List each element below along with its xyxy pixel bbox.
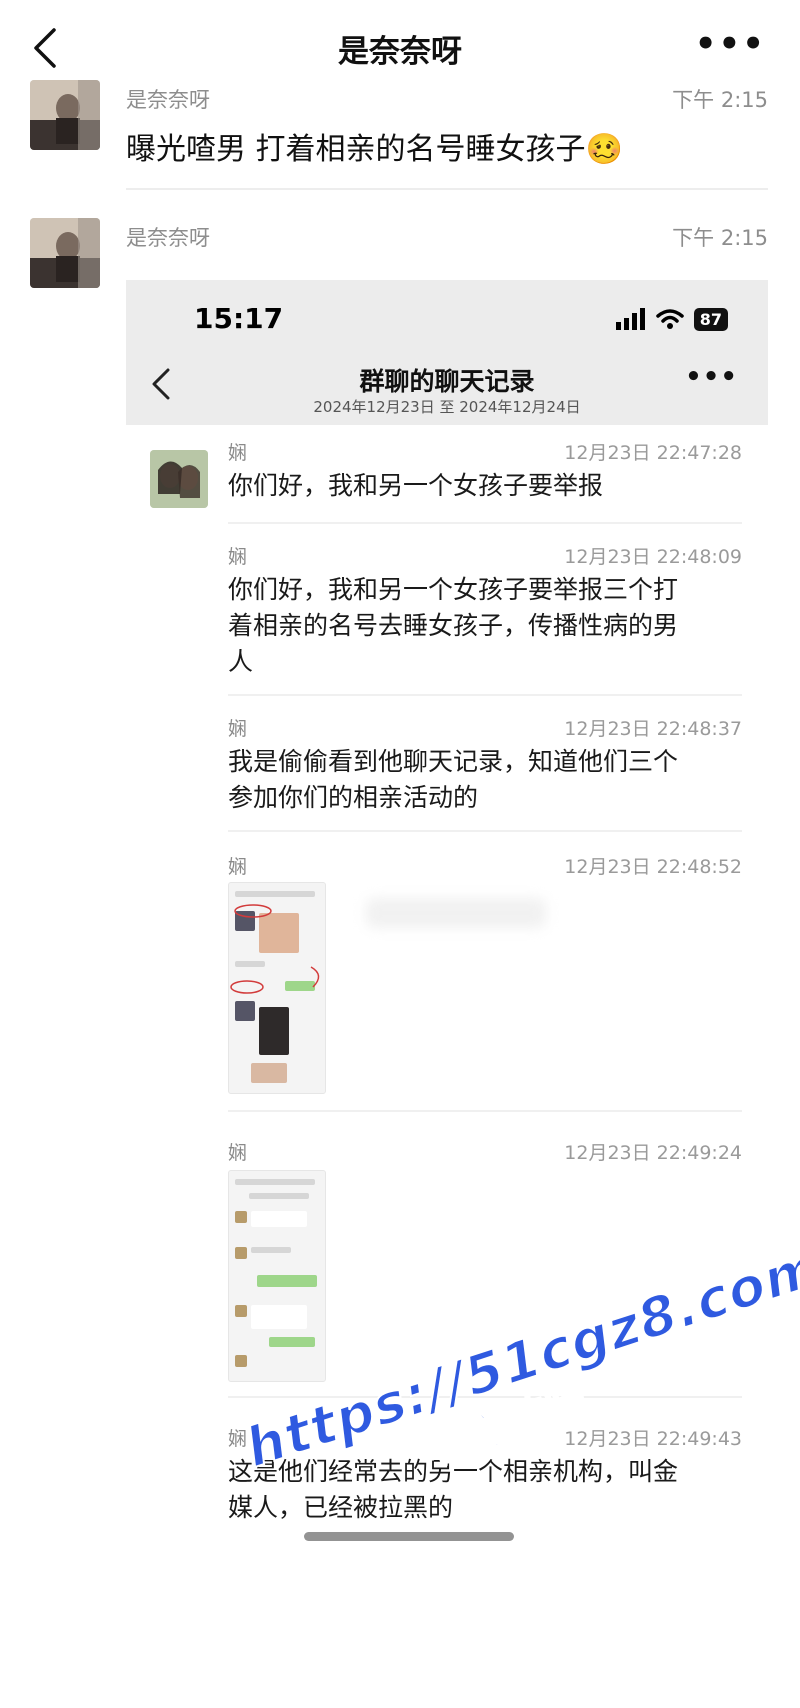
sender-name: 是奈奈呀 — [126, 226, 210, 250]
image-thumbnail[interactable] — [228, 1170, 326, 1382]
sender-name: 娴 — [228, 1428, 248, 1450]
sender-name: 娴 — [228, 856, 248, 878]
avatar[interactable] — [30, 80, 100, 150]
more-options-icon[interactable]: ••• — [695, 24, 766, 64]
sender-name: 是奈奈呀 — [126, 88, 210, 112]
sender-name: 娴 — [228, 718, 248, 740]
message-text: 你们好，我和另一个女孩子要举报 — [228, 471, 604, 500]
message-time: 下午 2:15 — [672, 226, 768, 250]
divider — [126, 188, 768, 190]
divider — [228, 522, 742, 524]
sender-name: 娴 — [228, 1142, 248, 1164]
divider — [228, 694, 742, 696]
message-time: 12月23日 22:49:24 — [564, 1142, 742, 1164]
message-text: 我是偷偷看到他聊天记录，知道他们三个 参加你们的相亲活动的 — [228, 747, 679, 812]
message-text: 你们好，我和另一个女孩子要举报三个打 着相亲的名号去睡女孩子，传播性病的男 人 — [228, 575, 679, 676]
divider — [228, 1396, 742, 1398]
screenshot-image[interactable]: 15:17 87 群聊的聊天记录 2024年12月23日 至 2024年12月2… — [126, 280, 768, 1708]
battery-icon: 87 — [693, 307, 728, 331]
message-time: 下午 2:15 — [672, 88, 768, 112]
message-item: 是奈奈呀 下午 2:15 — [0, 218, 800, 288]
avatar[interactable] — [30, 218, 100, 288]
message-text: 这是他们经常去的另一个相亲机构，叫金 媒人，已经被拉黑的 — [228, 1457, 679, 1522]
blurred-area — [366, 898, 546, 928]
chat-history-date-range: 2024年12月23日 至 2024年12月24日 — [313, 398, 581, 416]
more-options-icon: ••• — [685, 362, 738, 392]
message-time: 12月23日 22:49:43 — [564, 1428, 742, 1450]
avatar — [150, 450, 208, 508]
message-time: 12月23日 22:48:52 — [564, 856, 742, 878]
message-item: 是奈奈呀 下午 2:15 曝光喳男 打着相亲的名号睡女孩子🥴 — [0, 80, 800, 190]
status-icons: 87 — [615, 304, 728, 334]
status-time: 15:17 — [194, 302, 284, 335]
message-time: 12月23日 22:47:28 — [564, 442, 742, 464]
chat-history-title: 群聊的聊天记录 — [359, 367, 535, 396]
wifi-icon — [655, 309, 684, 329]
divider — [228, 1110, 742, 1112]
message-text[interactable]: 曝光喳男 打着相亲的名号睡女孩子🥴 — [126, 124, 623, 168]
sender-name: 娴 — [228, 546, 248, 568]
home-indicator — [304, 1532, 514, 1541]
signal-icon — [615, 308, 645, 330]
sender-name: 娴 — [228, 442, 248, 464]
image-thumbnail[interactable] — [228, 882, 326, 1094]
screenshot-header: 15:17 87 群聊的聊天记录 2024年12月23日 至 2024年12月2… — [126, 280, 768, 425]
divider — [228, 830, 742, 832]
message-time: 12月23日 22:48:37 — [564, 718, 742, 740]
message-time: 12月23日 22:48:09 — [564, 546, 742, 568]
page-title: 是奈奈呀 — [338, 34, 462, 70]
